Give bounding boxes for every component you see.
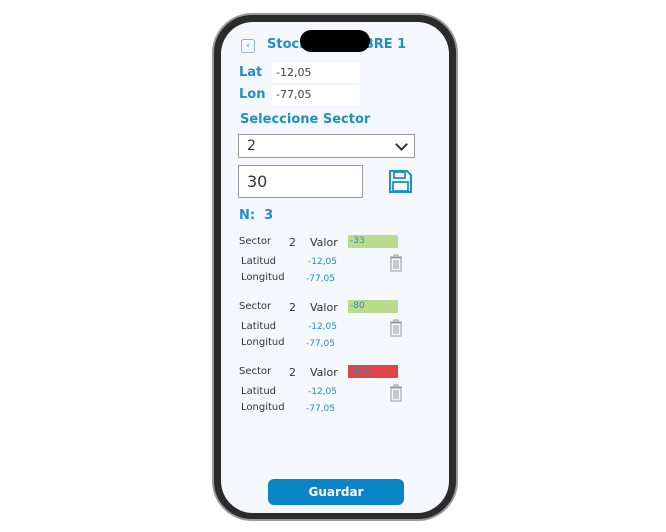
sector-label: Sector — [239, 366, 272, 377]
camera-notch — [300, 30, 370, 52]
selected-sector: 2 — [247, 138, 256, 154]
latitud-value: -12,05 — [308, 322, 338, 332]
guardar-button[interactable]: Guardar — [268, 479, 404, 505]
lat-field[interactable]: -12,05 — [272, 63, 360, 83]
count-label: N: 3 — [239, 208, 274, 223]
sector-value: 2 — [289, 366, 296, 379]
trash-icon[interactable] — [389, 384, 403, 402]
sector-label: Sector — [239, 236, 272, 247]
sector-dropdown[interactable]: 2 — [238, 134, 415, 158]
lon-field[interactable]: -77,05 — [272, 85, 360, 105]
chevron-down-icon — [395, 138, 408, 151]
longitud-value: -77,05 — [306, 274, 336, 284]
value-input[interactable]: 30 — [238, 165, 363, 198]
latitud-value: -12,05 — [308, 257, 338, 267]
longitud-label: Longitud — [241, 337, 285, 348]
sector-label: Sector — [239, 301, 272, 312]
chevron-left-icon: ‹ — [246, 41, 250, 51]
lon-label: Lon — [239, 87, 266, 102]
valor-value: -33 — [348, 235, 398, 248]
valor-label: Valor — [310, 366, 338, 379]
valor-value: -80 — [348, 300, 398, 313]
sector-value: 2 — [289, 236, 296, 249]
valor-value: -100 — [348, 365, 398, 378]
longitud-label: Longitud — [241, 402, 285, 413]
count-value: 3 — [264, 208, 274, 223]
sector-value: 2 — [289, 301, 296, 314]
valor-label: Valor — [310, 301, 338, 314]
floppy-save-icon[interactable] — [388, 169, 413, 194]
lat-label: Lat — [239, 65, 263, 80]
latitud-label: Latitud — [241, 386, 277, 397]
latitud-label: Latitud — [241, 256, 277, 267]
trash-icon[interactable] — [389, 319, 403, 337]
valor-label: Valor — [310, 236, 338, 249]
latitud-label: Latitud — [241, 321, 277, 332]
sector-select-label: Seleccione Sector — [240, 112, 371, 127]
longitud-value: -77,05 — [306, 404, 336, 414]
latitud-value: -12,05 — [308, 387, 338, 397]
longitud-value: -77,05 — [306, 339, 336, 349]
back-button[interactable]: ‹ — [241, 39, 255, 53]
longitud-label: Longitud — [241, 272, 285, 283]
trash-icon[interactable] — [389, 254, 403, 272]
